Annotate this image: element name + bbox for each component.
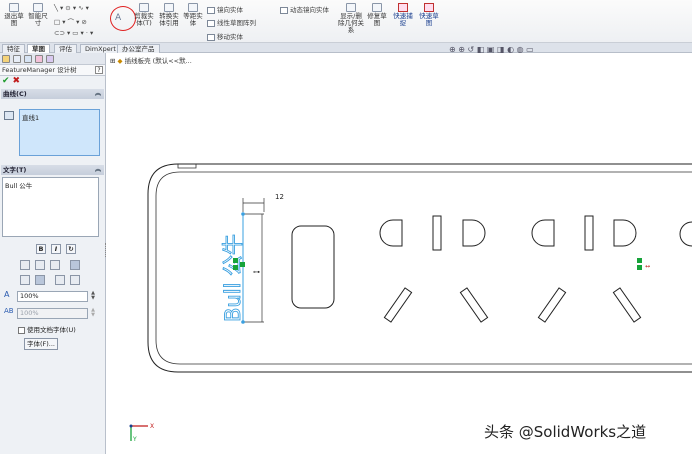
text-group-header[interactable]: 文字(T) ︽ bbox=[1, 165, 104, 175]
quick-snaps-button[interactable]: 快速捕捉 bbox=[392, 3, 414, 27]
bold-button[interactable]: B bbox=[36, 244, 46, 254]
checkbox-icon[interactable] bbox=[18, 326, 25, 334]
view-orientation-icon[interactable]: ▣ bbox=[487, 45, 495, 54]
use-document-font-checkbox[interactable]: 使用文档字体(U) bbox=[18, 324, 76, 334]
appearance-icon[interactable]: ◍ bbox=[517, 45, 524, 54]
display-relations-button[interactable]: 显示/删除几何关系 bbox=[338, 3, 364, 34]
quick-snaps-icon bbox=[398, 3, 408, 12]
align-left-icon[interactable] bbox=[20, 260, 30, 270]
tab-sketch[interactable]: 草图 bbox=[27, 44, 50, 53]
offset-icon bbox=[188, 3, 198, 12]
width-factor-input[interactable]: 100% bbox=[17, 291, 88, 302]
tab-evaluate[interactable]: 评估 bbox=[54, 44, 77, 53]
align-right-icon[interactable] bbox=[50, 260, 60, 270]
quick-sketch-icon bbox=[424, 3, 434, 12]
collapse-chevron-icon[interactable]: ︽ bbox=[95, 89, 101, 99]
ok-cancel-row: ✔ ✖ bbox=[0, 76, 105, 87]
zoom-area-icon[interactable]: ⊕ bbox=[458, 45, 465, 54]
panel-title: FeatureManager 设计树 bbox=[0, 65, 105, 76]
width-spinner[interactable]: ▲ ▼ bbox=[90, 291, 96, 302]
flip-vertical-up-icon[interactable] bbox=[20, 275, 30, 285]
smart-dimension-button[interactable]: 智能尺寸 bbox=[27, 3, 49, 27]
curves-selection-box[interactable]: 直线1 bbox=[19, 109, 100, 156]
relations-icon bbox=[346, 3, 356, 12]
trim-icon bbox=[139, 3, 149, 12]
convert-entities-button[interactable]: 转换实体引用 bbox=[157, 3, 181, 27]
previous-view-icon[interactable]: ↺ bbox=[468, 45, 475, 54]
curves-group-header[interactable]: 曲线(C) ︽ bbox=[1, 89, 104, 99]
trim-entities-button[interactable]: 剪裁实体(T) bbox=[132, 3, 156, 27]
dimxpert-icon[interactable] bbox=[35, 55, 43, 63]
linear-pattern-icon bbox=[207, 19, 215, 27]
configuration-icon[interactable] bbox=[24, 55, 32, 63]
curve-item[interactable]: 直线1 bbox=[22, 114, 39, 122]
hide-show-icon[interactable]: ◐ bbox=[507, 45, 514, 54]
move-entities-button[interactable]: 移动实体 bbox=[207, 31, 243, 41]
quick-sketch-button[interactable]: 快速草图 bbox=[418, 3, 440, 27]
curve-selection-icon bbox=[4, 111, 14, 120]
command-tabs: 特征 草图 评估 DimXpert 办公室产品 bbox=[0, 43, 692, 53]
offset-entities-button[interactable]: 等距实体 bbox=[182, 3, 204, 27]
help-icon[interactable]: ? bbox=[95, 66, 103, 74]
feature-tree-icon[interactable] bbox=[2, 55, 10, 63]
graphics-area[interactable] bbox=[107, 53, 692, 454]
property-manager-panel: FeatureManager 设计树 ? ✔ ✖ 曲线(C) ︽ 直线1 文字(T)… bbox=[0, 53, 106, 454]
dynamic-mirror-icon bbox=[280, 6, 288, 14]
command-manager-ribbon: 退出草图 智能尺寸 ╲ ▾ ⊙ ▾ ∿ ▾ □ ▾ ⌒ ▾ ⊘ ⊂⊃ ▾ ▭ ▾… bbox=[0, 0, 692, 43]
tab-features[interactable]: 特征 bbox=[2, 44, 25, 53]
collapse-chevron-icon[interactable]: ︽ bbox=[95, 165, 101, 175]
flyout-tree-item[interactable]: ⊞ ◆ 插线板壳 (默认<<默... bbox=[110, 55, 192, 65]
spacing-input[interactable]: 100% bbox=[17, 308, 88, 319]
dynamic-mirror-button[interactable]: 动态镜向实体 bbox=[280, 4, 329, 14]
mirror-icon bbox=[207, 6, 215, 14]
display-manager-icon[interactable] bbox=[46, 55, 54, 63]
tab-office-products[interactable]: 办公室产品 bbox=[117, 44, 160, 53]
font-button[interactable]: 字体(F)... bbox=[24, 338, 58, 350]
rectangle-tool-row[interactable]: □ ▾ ⌒ ▾ ⊘ bbox=[54, 16, 87, 26]
watermark-text: 头条 @SolidWorks之道 bbox=[484, 423, 647, 441]
move-icon bbox=[207, 33, 215, 41]
convert-icon bbox=[164, 3, 174, 12]
mirror-entities-button[interactable]: 镜向实体 bbox=[207, 4, 243, 14]
exit-sketch-icon bbox=[9, 3, 19, 12]
text-input[interactable]: Bull 公牛 bbox=[2, 177, 99, 237]
linear-pattern-button[interactable]: 线性草图阵列 bbox=[207, 17, 256, 27]
flip-vertical-down-icon[interactable] bbox=[35, 275, 45, 285]
property-manager-icon[interactable] bbox=[13, 55, 21, 63]
line-tool-row[interactable]: ╲ ▾ ⊙ ▾ ∿ ▾ bbox=[54, 4, 89, 12]
spacing-icon: AB bbox=[4, 307, 14, 315]
rotate-text-icon[interactable]: ↻ bbox=[66, 244, 76, 254]
align-center-icon[interactable] bbox=[35, 260, 45, 270]
spacing-spinner[interactable]: ▲ ▼ bbox=[90, 308, 96, 319]
flip-horizontal-ba-icon[interactable] bbox=[70, 275, 80, 285]
flip-horizontal-ab-icon[interactable] bbox=[55, 275, 65, 285]
smart-dimension-icon bbox=[33, 3, 43, 12]
heads-up-view-toolbar[interactable]: ⊕ ⊕ ↺ ◧ ▣ ◨ ◐ ◍ ▭ bbox=[449, 45, 534, 54]
repair-sketch-button[interactable]: 修复草图 bbox=[366, 3, 388, 27]
panel-tab-icons bbox=[0, 53, 105, 65]
repair-icon bbox=[372, 3, 382, 12]
scene-icon[interactable]: ▭ bbox=[526, 45, 534, 54]
slot-tool-row[interactable]: ⊂⊃ ▾ ▭ ▾ · ▾ bbox=[54, 29, 93, 37]
cancel-icon[interactable]: ✖ bbox=[13, 76, 21, 86]
exit-sketch-button[interactable]: 退出草图 bbox=[3, 3, 25, 27]
ok-icon[interactable]: ✔ bbox=[2, 76, 10, 86]
section-view-icon[interactable]: ◧ bbox=[477, 45, 485, 54]
part-icon: ◆ bbox=[117, 57, 123, 65]
justify-icon[interactable] bbox=[70, 260, 80, 270]
zoom-to-fit-icon[interactable]: ⊕ bbox=[449, 45, 456, 54]
display-style-icon[interactable]: ◨ bbox=[497, 45, 505, 54]
italic-button[interactable]: I bbox=[51, 244, 61, 254]
tab-dimxpert[interactable]: DimXpert bbox=[80, 44, 121, 53]
width-factor-icon: A bbox=[4, 290, 10, 299]
